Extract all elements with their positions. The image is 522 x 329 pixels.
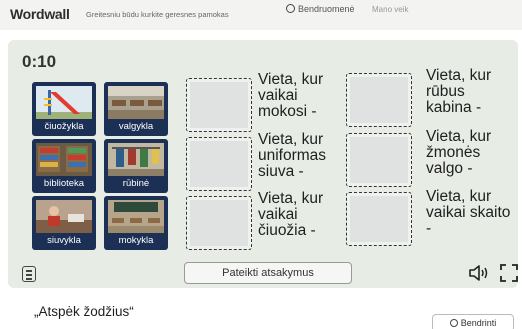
globe-icon bbox=[449, 319, 458, 327]
tile-siuvykla[interactable]: siuvykla bbox=[32, 196, 96, 250]
tile-label: čiuožykla bbox=[44, 121, 84, 132]
fullscreen-icon[interactable] bbox=[500, 264, 518, 282]
community-link[interactable]: Bendruomenė bbox=[286, 4, 355, 14]
library-image bbox=[36, 143, 92, 176]
share-label: Bendrinti bbox=[460, 318, 497, 328]
tagline: Greitesniu būdu kurkite geresnes pamokas bbox=[86, 10, 229, 19]
clue-4: Vieta, kur žmonės valgo - bbox=[426, 128, 492, 177]
my-activities-link[interactable]: Mano veik bbox=[372, 5, 408, 14]
tile-label: siuvykla bbox=[47, 235, 81, 246]
drop-zone-2[interactable] bbox=[346, 73, 412, 127]
activity-title: „Atspėk žodžius“ bbox=[34, 304, 134, 319]
menu-icon[interactable] bbox=[22, 266, 36, 282]
drop-zone-6[interactable] bbox=[346, 192, 412, 246]
clue-5: Vieta, kur vaikai čiuožia - bbox=[258, 190, 324, 239]
share-button[interactable]: Bendrinti bbox=[432, 314, 514, 329]
canteen-image bbox=[108, 86, 164, 119]
tile-label: rūbinė bbox=[122, 178, 150, 189]
tile-valgykla[interactable]: valgykla bbox=[104, 82, 168, 136]
clue-6: Vieta, kur vaikai skaito - bbox=[426, 188, 511, 237]
speaker-icon[interactable] bbox=[468, 265, 490, 281]
cloakroom-image bbox=[108, 143, 164, 176]
drop-zone-4[interactable] bbox=[346, 133, 412, 187]
drop-zone-1[interactable] bbox=[186, 78, 252, 132]
submit-answers-button[interactable]: Pateikti atsakymus bbox=[184, 262, 352, 284]
tile-mokykla[interactable]: mokykla bbox=[104, 196, 168, 250]
playground-slide-image bbox=[36, 86, 92, 119]
search-icon bbox=[286, 4, 295, 13]
sewing-room-image bbox=[36, 200, 92, 233]
wordwall-logo[interactable]: Wordwall bbox=[10, 6, 70, 22]
tile-ciuozykla[interactable]: čiuožykla bbox=[32, 82, 96, 136]
drop-zone-3[interactable] bbox=[186, 137, 252, 191]
drop-zone-5[interactable] bbox=[186, 196, 252, 250]
clue-3: Vieta, kur uniformas siuva - bbox=[258, 131, 327, 180]
tile-label: valgykla bbox=[118, 121, 154, 132]
tile-label: mokykla bbox=[118, 235, 154, 246]
tile-rubine[interactable]: rūbinė bbox=[104, 139, 168, 193]
clue-1: Vieta, kur vaikai mokosi - bbox=[258, 71, 324, 120]
classroom-image bbox=[108, 200, 164, 233]
timer: 0:10 bbox=[22, 52, 57, 71]
community-label: Bendruomenė bbox=[298, 4, 355, 14]
tile-label: biblioteka bbox=[43, 178, 85, 189]
clue-2: Vieta, kur rūbus kabina - bbox=[426, 67, 492, 116]
tile-biblioteka[interactable]: biblioteka bbox=[32, 139, 96, 193]
top-bar: Wordwall Greitesniu būdu kurkite geresne… bbox=[0, 0, 522, 30]
game-stage: 0:10 čiuožykla biblioteka siuvykla valgy… bbox=[8, 40, 518, 288]
